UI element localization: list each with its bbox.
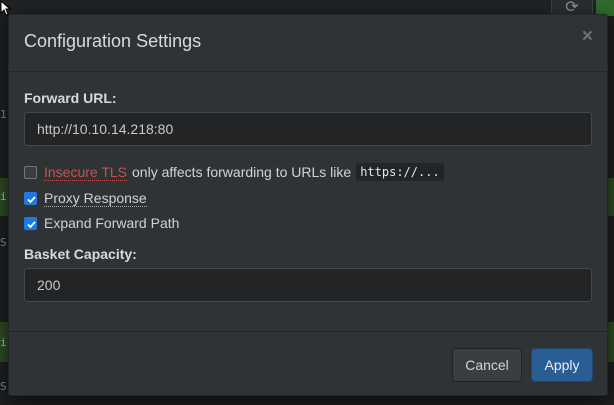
expand-forward-path-checkbox[interactable]	[24, 216, 37, 230]
checkmark-icon	[27, 220, 36, 228]
checkmark-icon	[27, 195, 36, 203]
cancel-button[interactable]: Cancel	[452, 348, 522, 382]
basket-capacity-input[interactable]	[24, 268, 592, 302]
modal-header: Configuration Settings ×	[9, 15, 607, 72]
forward-url-input[interactable]	[24, 112, 592, 146]
insecure-tls-description: only affects forwarding to URLs like	[132, 164, 352, 180]
configuration-modal: Configuration Settings × Forward URL: In…	[8, 14, 608, 396]
background-text-fragment: S	[0, 380, 7, 393]
insecure-tls-row: Insecure TLS only affects forwarding to …	[24, 163, 444, 181]
background-text-fragment: i	[0, 190, 7, 203]
proxy-response-checkbox[interactable]	[24, 191, 37, 205]
https-code-sample: https://...	[356, 163, 444, 181]
background-text-fragment: i	[0, 336, 7, 349]
expand-forward-path-label[interactable]: Expand Forward Path	[44, 215, 179, 231]
proxy-response-row: Proxy Response	[24, 189, 152, 207]
insecure-tls-checkbox[interactable]	[24, 165, 37, 179]
apply-button[interactable]: Apply	[531, 348, 593, 382]
proxy-response-label[interactable]: Proxy Response	[44, 190, 147, 207]
expand-forward-path-row: Expand Forward Path	[24, 214, 179, 232]
basket-capacity-label: Basket Capacity:	[24, 246, 137, 262]
app-page: ⟳ 1 i S i S Configuration Settings × For…	[0, 0, 614, 405]
background-text-fragment: 1	[0, 108, 7, 121]
background-toolbar	[0, 0, 614, 14]
insecure-tls-link[interactable]: Insecure TLS	[44, 164, 128, 181]
close-icon[interactable]: ×	[582, 27, 593, 47]
forward-url-label: Forward URL:	[24, 90, 117, 106]
background-text-fragment: S	[0, 236, 7, 249]
modal-title: Configuration Settings	[24, 31, 202, 51]
modal-footer: Cancel Apply	[9, 331, 607, 398]
